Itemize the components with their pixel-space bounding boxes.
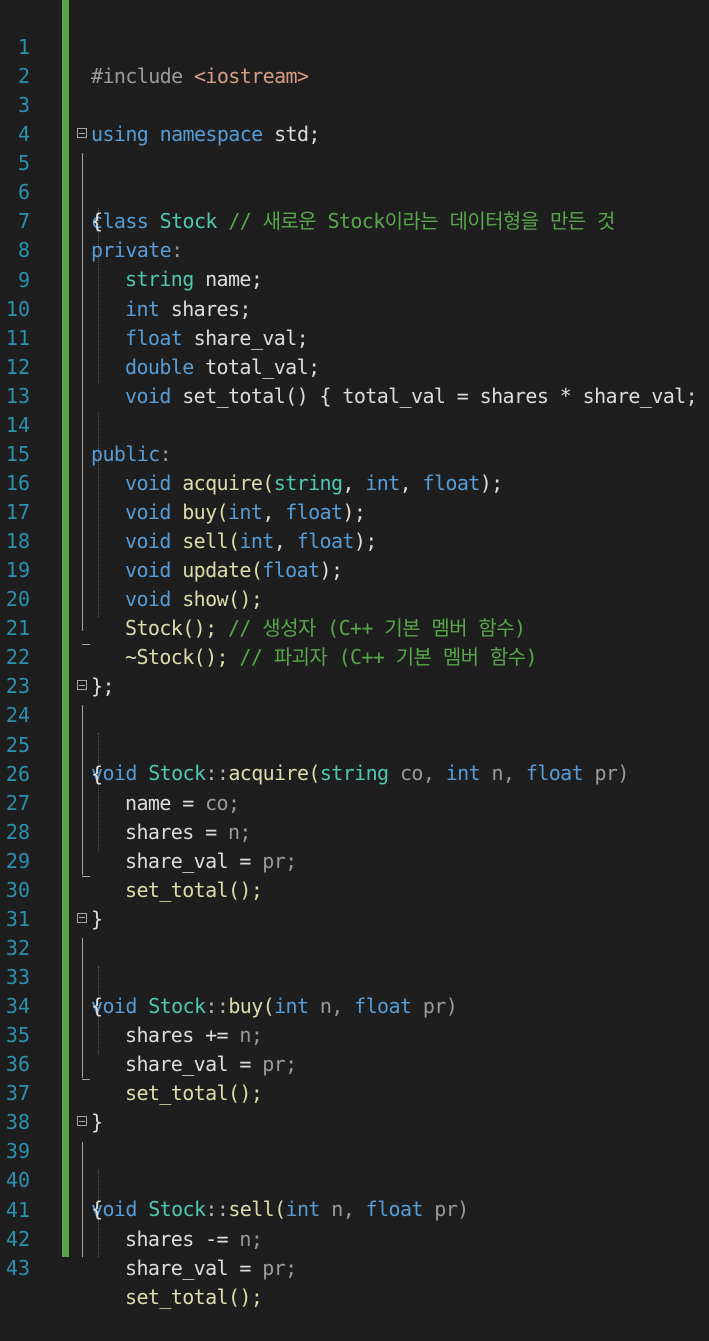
code-line[interactable]: 38 (0, 1079, 709, 1134)
code-line[interactable]: 32 void Stock::buy(int n, float pr) (0, 905, 709, 1018)
code-line[interactable]: 8 string name; (0, 207, 709, 291)
code-line[interactable]: 42 share_val = pr; (0, 1196, 709, 1280)
code-line[interactable]: 29 set_total(); (0, 818, 709, 902)
code-line[interactable]: 7 private: (0, 178, 709, 262)
code-line[interactable]: 37 } (0, 1050, 709, 1134)
code-token: share_val = (125, 1255, 263, 1280)
code-line[interactable]: 1 #include <iostream> (0, 4, 709, 88)
code-line[interactable]: 36 set_total(); (0, 1021, 709, 1105)
code-line[interactable]: 21 ~Stock(); // 파괴자 (C++ 기본 멤버 함수) (0, 585, 709, 669)
code-line[interactable]: 19 void show(); (0, 527, 709, 611)
code-line[interactable]: 11 double total_val; (0, 295, 709, 379)
collapse-icon[interactable] (77, 912, 87, 923)
code-line[interactable]: 40 { (0, 1137, 709, 1221)
code-line[interactable]: 18 void update(float); (0, 498, 709, 582)
collapse-icon[interactable] (77, 1116, 87, 1127)
collapse-icon[interactable] (77, 128, 87, 139)
code-lines: 1 #include <iostream> 2 3 using namespac… (0, 4, 709, 1309)
code-text: set_total(); (125, 1284, 263, 1309)
code-line[interactable]: 26 name = co; (0, 731, 709, 815)
code-line[interactable]: 2 (0, 33, 709, 88)
code-line[interactable]: 16 void buy(int, float); (0, 440, 709, 524)
code-line[interactable]: 35 share_val = pr; (0, 992, 709, 1076)
code-line[interactable]: 14 public: (0, 382, 709, 466)
code-line[interactable]: 12 void set_total() { total_val = shares… (0, 324, 709, 408)
code-line[interactable]: 39 void Stock::sell(int n, float pr) (0, 1108, 709, 1221)
code-line[interactable]: 3 using namespace std; (0, 62, 709, 146)
code-line[interactable]: 17 void sell(int, float); (0, 469, 709, 553)
code-line[interactable]: 10 float share_val; (0, 266, 709, 350)
code-text: share_val = pr; (125, 1254, 297, 1283)
code-line[interactable]: 5 class Stock // 새로운 Stock이라는 데이터형을 만든 것 (0, 120, 709, 233)
code-line[interactable]: 34 shares += n; (0, 963, 709, 1047)
code-line[interactable]: 13 (0, 353, 709, 408)
code-line[interactable]: 20 Stock(); // 생성자 (C++ 기본 멤버 함수) (0, 556, 709, 640)
code-line[interactable]: 4 (0, 91, 709, 146)
code-line[interactable]: 28 share_val = pr; (0, 789, 709, 873)
code-line[interactable]: 43 set_total(); (0, 1225, 709, 1309)
line-number: 43 (5, 1255, 30, 1280)
param-token: pr; (262, 1255, 297, 1280)
code-line[interactable]: 24 void Stock::acquire(string co, int n,… (0, 672, 709, 785)
code-line[interactable]: 41 shares -= n; (0, 1167, 709, 1251)
code-line[interactable]: 6 { (0, 149, 709, 233)
code-line[interactable]: 25 { (0, 702, 709, 786)
code-editor[interactable]: 1 #include <iostream> 2 3 using namespac… (0, 0, 709, 1309)
code-line[interactable]: 22 }; (0, 614, 709, 698)
code-line[interactable]: 27 shares = n; (0, 760, 709, 844)
code-line[interactable]: 23 (0, 643, 709, 698)
code-line[interactable]: 30 } (0, 847, 709, 931)
code-line[interactable]: 9 int shares; (0, 237, 709, 321)
code-line[interactable]: 15 void acquire(string, int, float); (0, 411, 709, 495)
collapse-icon[interactable] (77, 680, 87, 691)
code-line[interactable]: 33 { (0, 934, 709, 1018)
code-line[interactable]: 31 (0, 876, 709, 931)
